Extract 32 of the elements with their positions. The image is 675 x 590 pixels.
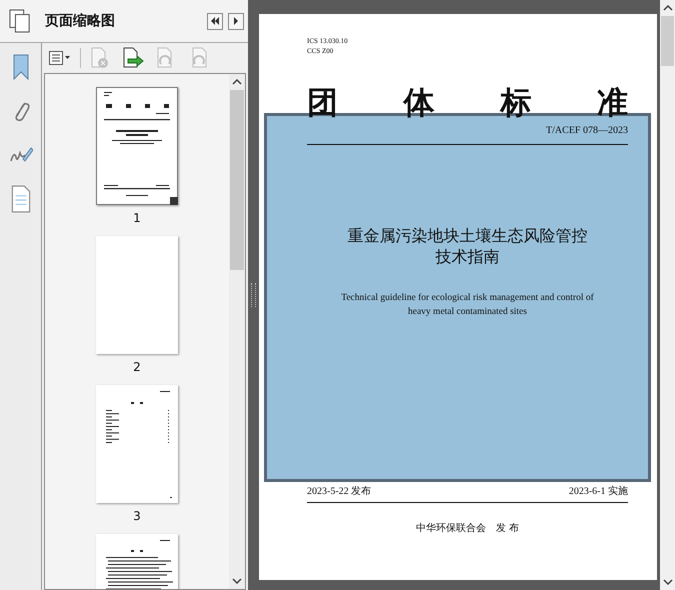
title-line: 技术指南 (434, 246, 500, 267)
page-number: 3 (133, 509, 141, 523)
effective-date: 2023-6-1 实施 (568, 484, 628, 498)
panel-title: 页面缩略图 (45, 12, 116, 30)
double-left-arrow-icon (210, 16, 220, 26)
scroll-up-icon[interactable] (662, 5, 672, 11)
scroll-thumb[interactable] (230, 90, 244, 270)
scroll-up-icon[interactable] (232, 79, 242, 85)
scroll-down-icon[interactable] (232, 578, 242, 584)
heading-character: 体 (404, 86, 435, 120)
subtitle-line: heavy metal contaminated sites (407, 306, 528, 319)
scroll-down-icon[interactable] (662, 579, 672, 585)
page-thumbnail[interactable] (96, 236, 178, 354)
scrollbar[interactable] (229, 74, 245, 589)
standard-code: T/ACEF 078—2023 (546, 125, 628, 136)
heading-character: 团 (307, 86, 338, 120)
pages-icon (9, 9, 31, 33)
page-number: 2 (133, 360, 141, 374)
issue-date: 2023-5-22 发布 (307, 485, 372, 498)
scroll-thumb[interactable] (661, 16, 674, 66)
right-arrow-icon (231, 16, 241, 26)
subtitle-line: Technical guideline for ecological risk management and control of (340, 292, 595, 305)
collapse-button[interactable] (207, 12, 223, 30)
page-thumbnail[interactable] (96, 385, 178, 503)
splitter-handle[interactable] (250, 283, 256, 307)
expand-button[interactable] (228, 12, 244, 30)
title-line: 重金属污染地块土壤生态风险管控 (346, 225, 588, 246)
page-number: 1 (133, 211, 141, 225)
page-thumbnail[interactable] (96, 87, 178, 205)
heading-character: 标 (500, 86, 532, 120)
publisher: 中华环保联合会 发 布 (416, 522, 520, 535)
heading-character: 准 (596, 86, 628, 120)
